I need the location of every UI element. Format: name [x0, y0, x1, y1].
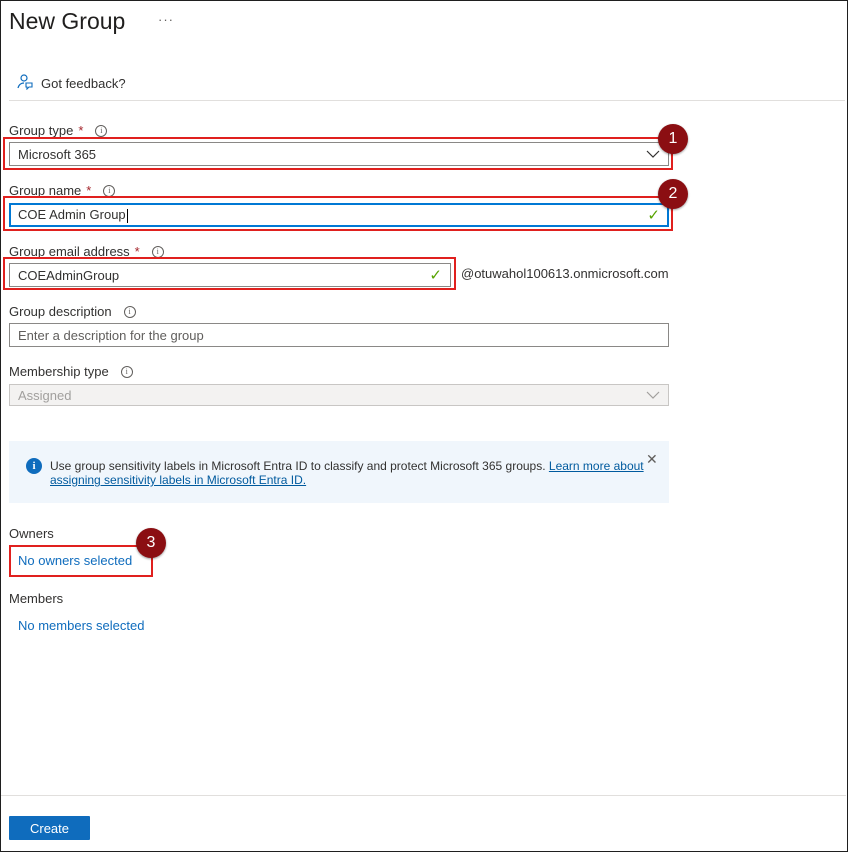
- info-circle-icon: i: [26, 458, 42, 474]
- feedback-label: Got feedback?: [41, 75, 126, 91]
- callout-box-1: [3, 137, 673, 170]
- window-frame: [0, 0, 848, 852]
- annotation-badge-3: 3: [136, 528, 166, 558]
- required-marker: *: [78, 123, 84, 138]
- group-description-input[interactable]: Enter a description for the group: [9, 323, 669, 347]
- callout-box-email: [3, 257, 456, 290]
- annotation-badge-1: 1: [658, 124, 688, 154]
- members-label: Members: [9, 591, 64, 606]
- callout-box-2: [3, 196, 673, 231]
- owners-label: Owners: [9, 526, 54, 541]
- info-icon[interactable]: i: [123, 305, 136, 318]
- members-link[interactable]: No members selected: [18, 618, 144, 633]
- info-banner: i Use group sensitivity labels in Micros…: [9, 441, 669, 503]
- callout-box-3: [9, 545, 153, 577]
- membership-type-dropdown: Assigned: [9, 384, 669, 406]
- membership-type-label: Membership type i: [9, 364, 133, 379]
- header-divider: [9, 100, 845, 101]
- feedback-icon: [16, 73, 33, 93]
- info-icon[interactable]: i: [120, 365, 133, 378]
- more-options-icon[interactable]: ···: [158, 12, 174, 27]
- info-icon[interactable]: i: [151, 245, 164, 258]
- chevron-down-icon: [646, 391, 660, 399]
- group-description-label: Group description i: [9, 304, 136, 319]
- group-type-label: Group type * i: [9, 123, 108, 138]
- info-banner-text: Use group sensitivity labels in Microsof…: [50, 459, 549, 473]
- footer-divider: [1, 795, 846, 796]
- info-icon[interactable]: i: [95, 124, 108, 137]
- close-icon[interactable]: ✕: [646, 451, 658, 468]
- email-domain-suffix: @otuwahol100613.onmicrosoft.com: [461, 266, 669, 281]
- info-icon[interactable]: i: [103, 184, 116, 197]
- create-button[interactable]: Create: [9, 816, 90, 840]
- annotation-badge-2: 2: [658, 179, 688, 209]
- description-placeholder: Enter a description for the group: [18, 327, 204, 343]
- page-title: New Group: [9, 8, 126, 34]
- feedback-link[interactable]: Got feedback?: [16, 73, 126, 93]
